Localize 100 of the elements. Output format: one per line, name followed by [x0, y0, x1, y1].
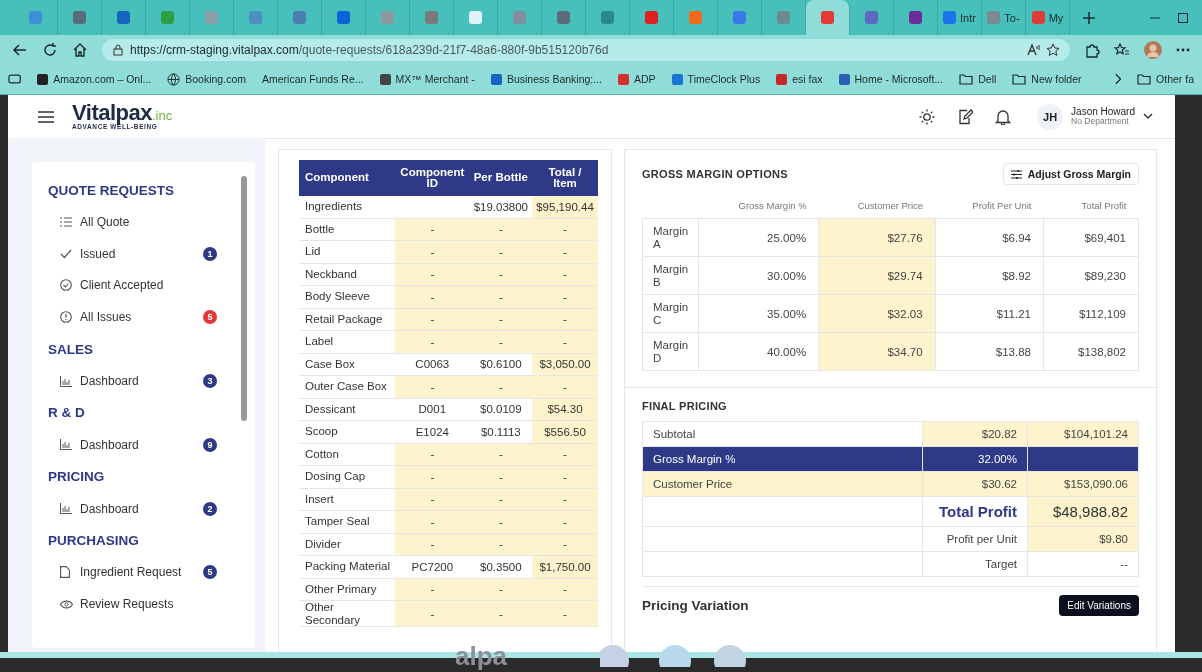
footer-logo: alpa: [455, 644, 508, 668]
bookmark[interactable]: New folder: [1012, 73, 1082, 85]
table-cell: -: [532, 510, 598, 533]
sliders-icon: [1010, 169, 1022, 179]
table-cell: -: [395, 533, 470, 556]
bar-chart-icon: [60, 503, 72, 515]
reload-icon[interactable]: [42, 41, 58, 58]
table-cell: 25.00%: [698, 218, 819, 257]
edit-variations-button[interactable]: Edit Variations: [1059, 595, 1139, 616]
reading-list-icon[interactable]: [8, 73, 22, 85]
count-badge: 9: [203, 437, 217, 452]
bookmark[interactable]: Home - Microsoft...: [838, 73, 944, 85]
count-badge: 5: [203, 565, 217, 580]
browser-tab[interactable]: [806, 0, 850, 35]
sidebar-item[interactable]: Dashboard 3: [48, 365, 241, 397]
menu-icon[interactable]: [38, 110, 54, 123]
user-department: No Department: [1071, 117, 1130, 126]
new-tab-icon[interactable]: [1082, 10, 1096, 25]
count-badge: 3: [203, 374, 217, 389]
file-icon: [60, 566, 70, 579]
sidebar-item[interactable]: All Quote: [48, 206, 241, 238]
bookmark[interactable]: Booking.com: [167, 72, 246, 86]
bell-icon[interactable]: [995, 108, 1012, 125]
table-cell: -: [532, 578, 598, 601]
table-cell: -: [532, 488, 598, 511]
bookmark[interactable]: Dell: [959, 73, 997, 85]
chevron-right-icon[interactable]: [1113, 73, 1122, 85]
bookmark[interactable]: Business Banking:...: [490, 73, 602, 85]
count-badge: 2: [203, 501, 217, 516]
table-cell: Gross Margin %: [642, 446, 923, 472]
bookmark[interactable]: American Funds Re...: [261, 73, 364, 85]
table-cell: $1,750.00: [532, 555, 598, 578]
folder-icon: [959, 73, 974, 85]
puzzle-icon[interactable]: [1084, 41, 1100, 58]
section-heading: SALES: [48, 340, 94, 359]
table-cell: $9.80: [1027, 526, 1139, 552]
sidebar-item[interactable]: All Issues 5: [48, 301, 241, 334]
table-cell: Packing Material: [299, 555, 395, 578]
table-cell: -: [395, 510, 470, 533]
maximize-icon[interactable]: [1178, 12, 1188, 23]
table-cell: $95,190.44: [532, 196, 598, 218]
column-header: Component: [299, 160, 395, 196]
table-cell: -: [395, 375, 470, 398]
table-cell: Margin A: [642, 218, 699, 257]
section-heading: R & D: [48, 404, 86, 423]
table-cell: Dessicant: [299, 398, 395, 421]
table-cell: $32.03: [818, 294, 936, 333]
table-cell: D001: [395, 398, 470, 421]
section-title: GROSS MARGIN OPTIONS: [642, 168, 788, 180]
bookmark[interactable]: esi fax: [776, 73, 823, 85]
column-header: Profit Per Unit: [935, 192, 1044, 219]
sidebar-item[interactable]: Client Accepted: [48, 269, 241, 302]
lock-icon: [112, 43, 124, 56]
table-cell: 30.00%: [698, 256, 819, 295]
table-cell: $3,050.00: [532, 353, 598, 376]
sidebar-item[interactable]: Ingredient Request 5: [48, 556, 241, 589]
avatar-icon[interactable]: [1144, 40, 1162, 59]
section-heading: PURCHASING: [48, 532, 140, 551]
home-icon[interactable]: [72, 41, 88, 58]
back-icon[interactable]: [12, 41, 28, 58]
table-cell: $8.92: [935, 256, 1044, 295]
bookmark[interactable]: MX™ Merchant -: [379, 73, 475, 85]
table-cell: -: [395, 578, 470, 601]
alert-icon: [60, 311, 72, 324]
user-menu[interactable]: JH Jason Howard No Department: [1037, 103, 1153, 130]
table-cell: -: [395, 285, 470, 308]
bar-chart-icon: [60, 375, 72, 387]
globe-icon: [167, 72, 181, 86]
table-cell: Subtotal: [642, 421, 923, 447]
folder-icon: [1012, 73, 1027, 85]
table-cell: --: [1027, 551, 1139, 577]
more-icon[interactable]: [1176, 47, 1190, 52]
adjust-gross-margin-button[interactable]: Adjust Gross Margin: [1002, 163, 1139, 185]
table-cell: $27.76: [818, 218, 936, 257]
sidebar-item[interactable]: Review Requests: [48, 588, 241, 621]
favorites-icon[interactable]: [1114, 41, 1130, 58]
table-cell: Margin B: [642, 256, 699, 295]
table-cell: -: [532, 375, 598, 398]
table-cell: $13.88: [935, 332, 1044, 371]
bookmark[interactable]: Other fa: [1137, 73, 1194, 85]
bookmark[interactable]: Amazon.com – Onl...: [37, 73, 152, 85]
table-cell: $34.70: [818, 332, 936, 371]
table-cell: 40.00%: [698, 332, 819, 371]
table-cell: Total Profit: [922, 496, 1028, 527]
table-cell: -: [395, 465, 470, 488]
table-cell: Profit per Unit: [922, 526, 1028, 552]
folder-icon: [1137, 73, 1152, 85]
sidebar-item[interactable]: Issued 1: [48, 237, 241, 270]
table-cell: $69,401: [1043, 218, 1139, 257]
edit-icon[interactable]: [957, 108, 974, 125]
bookmark[interactable]: ADP: [618, 73, 656, 85]
read-aloud-icon[interactable]: [1026, 42, 1040, 57]
star-icon[interactable]: [1046, 42, 1060, 57]
sidebar-item[interactable]: Dashboard 9: [48, 429, 241, 461]
bookmark[interactable]: TimeClock Plus: [671, 73, 761, 85]
address-field[interactable]: https://crm-staging.vitalpax.com/quote-requests/618a239d-21f7-48a6-880f-9b515120b76d: [102, 38, 1070, 61]
sidebar-item[interactable]: Dashboard 2: [48, 492, 241, 525]
list-icon: [60, 216, 72, 227]
table-cell: -: [532, 218, 598, 241]
sun-icon[interactable]: [919, 108, 936, 125]
